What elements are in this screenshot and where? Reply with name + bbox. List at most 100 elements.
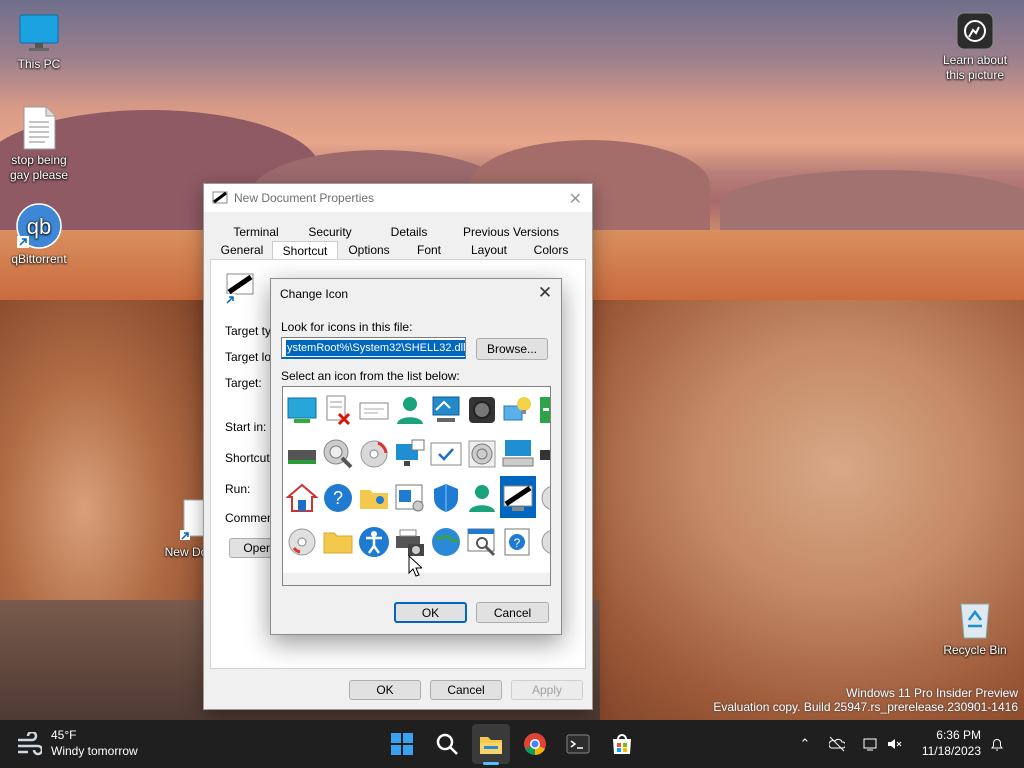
network-icon[interactable] (862, 736, 878, 752)
properties-titlebar: New Document Properties ✕ (204, 184, 592, 212)
desktop-icon-recycle-bin[interactable]: Recycle Bin (940, 598, 1010, 658)
shield-icon[interactable] (430, 482, 462, 514)
user-icon[interactable] (394, 394, 426, 426)
desktop-icon-this-pc[interactable]: This PC (4, 12, 74, 72)
text-document-icon (21, 106, 57, 150)
field-label-target: Target: (225, 376, 262, 390)
desktop-icon-label: Recycle Bin (943, 643, 1007, 657)
magnifier-disc-icon[interactable] (322, 438, 354, 470)
start-icon[interactable] (390, 732, 414, 756)
icon-file-path-selected-text: ystemRoot%\System32\SHELL32.dll (286, 340, 466, 356)
grid-computer-icon[interactable] (394, 438, 426, 470)
tab-row-top: Terminal Security Details Previous Versi… (226, 223, 578, 241)
user-icon[interactable] (466, 482, 498, 514)
active-app-indicator (483, 762, 499, 765)
tab-general[interactable]: General (212, 241, 272, 259)
envelope-icon[interactable] (358, 394, 390, 426)
home-icon[interactable] (286, 482, 318, 514)
chrome-icon[interactable] (523, 732, 547, 756)
help-bulb-computer-icon[interactable] (502, 394, 534, 426)
cd-audio-icon[interactable] (358, 438, 390, 470)
speaker-icon[interactable] (466, 394, 498, 426)
look-for-icons-label: Look for icons in this file: (281, 320, 413, 334)
tab-terminal[interactable]: Terminal (226, 223, 286, 241)
users-folder-icon[interactable] (358, 482, 390, 514)
monitor-icon[interactable] (286, 394, 318, 426)
window-list-icon[interactable] (394, 482, 426, 514)
volume-muted-icon[interactable] (886, 736, 902, 752)
chevron-up-icon[interactable]: ⌃ (797, 736, 813, 752)
icon-file-path-input[interactable]: ystemRoot%\System32\SHELL32.dll (281, 337, 466, 359)
notification-bell-icon[interactable] (989, 736, 1005, 752)
properties-title: New Document Properties (234, 191, 375, 205)
qbittorrent-icon: qb (16, 203, 62, 249)
change-icon-ok-button[interactable]: OK (394, 602, 467, 623)
tab-colors[interactable]: Colors (520, 241, 582, 259)
disc-partial-icon[interactable] (538, 526, 551, 558)
tab-row-bottom: General Shortcut Options Font Layout Col… (212, 241, 582, 260)
shortcut-monitor-icon (225, 273, 254, 304)
file-explorer-icon[interactable] (479, 732, 503, 756)
terminal-icon[interactable] (566, 732, 590, 756)
watermark-line1: Windows 11 Pro Insider Preview (846, 686, 1018, 700)
mouse-cursor-icon (408, 555, 422, 577)
clock-time[interactable]: 6:36 PM (936, 728, 981, 742)
fingerprint-icon[interactable] (466, 438, 498, 470)
properties-cancel-button[interactable]: Cancel (430, 680, 502, 700)
tab-layout[interactable]: Layout (458, 241, 520, 259)
tab-security[interactable]: Security (286, 223, 374, 241)
checkbox-window-icon[interactable] (430, 438, 462, 470)
weather-temp[interactable]: 45°F (51, 728, 76, 742)
cd-icon[interactable] (286, 526, 318, 558)
globe-clock-icon[interactable] (430, 526, 462, 558)
shortcut-app-icon (212, 191, 228, 204)
desktop-icon-label: stop being gay please (9, 153, 69, 182)
disc-partial-icon[interactable] (538, 482, 551, 514)
clock-date[interactable]: 11/18/2023 (919, 744, 981, 758)
drive-icon[interactable] (286, 438, 318, 470)
tab-options[interactable]: Options (338, 241, 400, 259)
camera-info-icon (956, 12, 994, 50)
shortcut-monitor-icon[interactable] (502, 482, 534, 514)
network-computer-icon[interactable] (430, 394, 462, 426)
change-icon-cancel-button[interactable]: Cancel (476, 602, 549, 623)
weather-desc[interactable]: Windy tomorrow (51, 744, 138, 758)
change-icon-dialog: Change Icon ✕ Look for icons in this fil… (270, 278, 562, 635)
tab-font[interactable]: Font (400, 241, 458, 259)
help-window-icon[interactable]: ? (502, 526, 534, 558)
build-watermark: Windows 11 Pro Insider Preview Evaluatio… (713, 686, 1018, 714)
search-window-icon[interactable] (466, 526, 498, 558)
properties-ok-button[interactable]: OK (349, 680, 421, 700)
accessibility-icon[interactable] (358, 526, 390, 558)
taskbar: 45°F Windy tomorrow ⌃ 6:36 PM 11/18/2023 (0, 720, 1024, 768)
spotlight-learn-about[interactable]: Learn about this picture (939, 12, 1011, 83)
tab-details[interactable]: Details (374, 223, 444, 241)
question-circle-icon[interactable]: ? (322, 482, 354, 514)
drive-partial-icon[interactable] (538, 438, 551, 470)
store-icon[interactable] (610, 732, 634, 756)
desktop-icon-label: This PC (17, 57, 61, 71)
keyboard-computer-icon[interactable] (502, 438, 534, 470)
properties-apply-button[interactable]: Apply (511, 680, 583, 700)
desktop-icon-qbittorrent[interactable]: qb qBittorrent (4, 203, 74, 267)
close-icon[interactable]: ✕ (537, 284, 553, 301)
search-icon[interactable] (435, 732, 459, 756)
tab-shortcut[interactable]: Shortcut (272, 241, 338, 260)
folder-icon[interactable] (322, 526, 354, 558)
monitor-icon (18, 12, 60, 54)
tab-previous-versions[interactable]: Previous Versions (444, 223, 578, 241)
change-icon-titlebar: Change Icon (271, 279, 561, 309)
svg-text:qb: qb (27, 214, 51, 239)
close-icon[interactable]: ✕ (569, 189, 582, 209)
spotlight-label: Learn about this picture (942, 53, 1008, 82)
browse-button[interactable]: Browse... (476, 338, 548, 360)
watermark-line2: Evaluation copy. Build 25947.rs_prerelea… (713, 700, 1018, 714)
desktop-icon-text-file[interactable]: stop being gay please (4, 106, 74, 183)
select-icon-label: Select an icon from the list below: (281, 369, 460, 383)
printer-camera-icon[interactable] (394, 526, 426, 558)
onedrive-offline-icon[interactable] (829, 736, 845, 752)
field-label-run: Run: (225, 482, 251, 496)
document-delete-icon[interactable] (322, 394, 354, 426)
cabinet-icon[interactable] (538, 394, 551, 426)
weather-wind-icon[interactable] (16, 732, 42, 756)
